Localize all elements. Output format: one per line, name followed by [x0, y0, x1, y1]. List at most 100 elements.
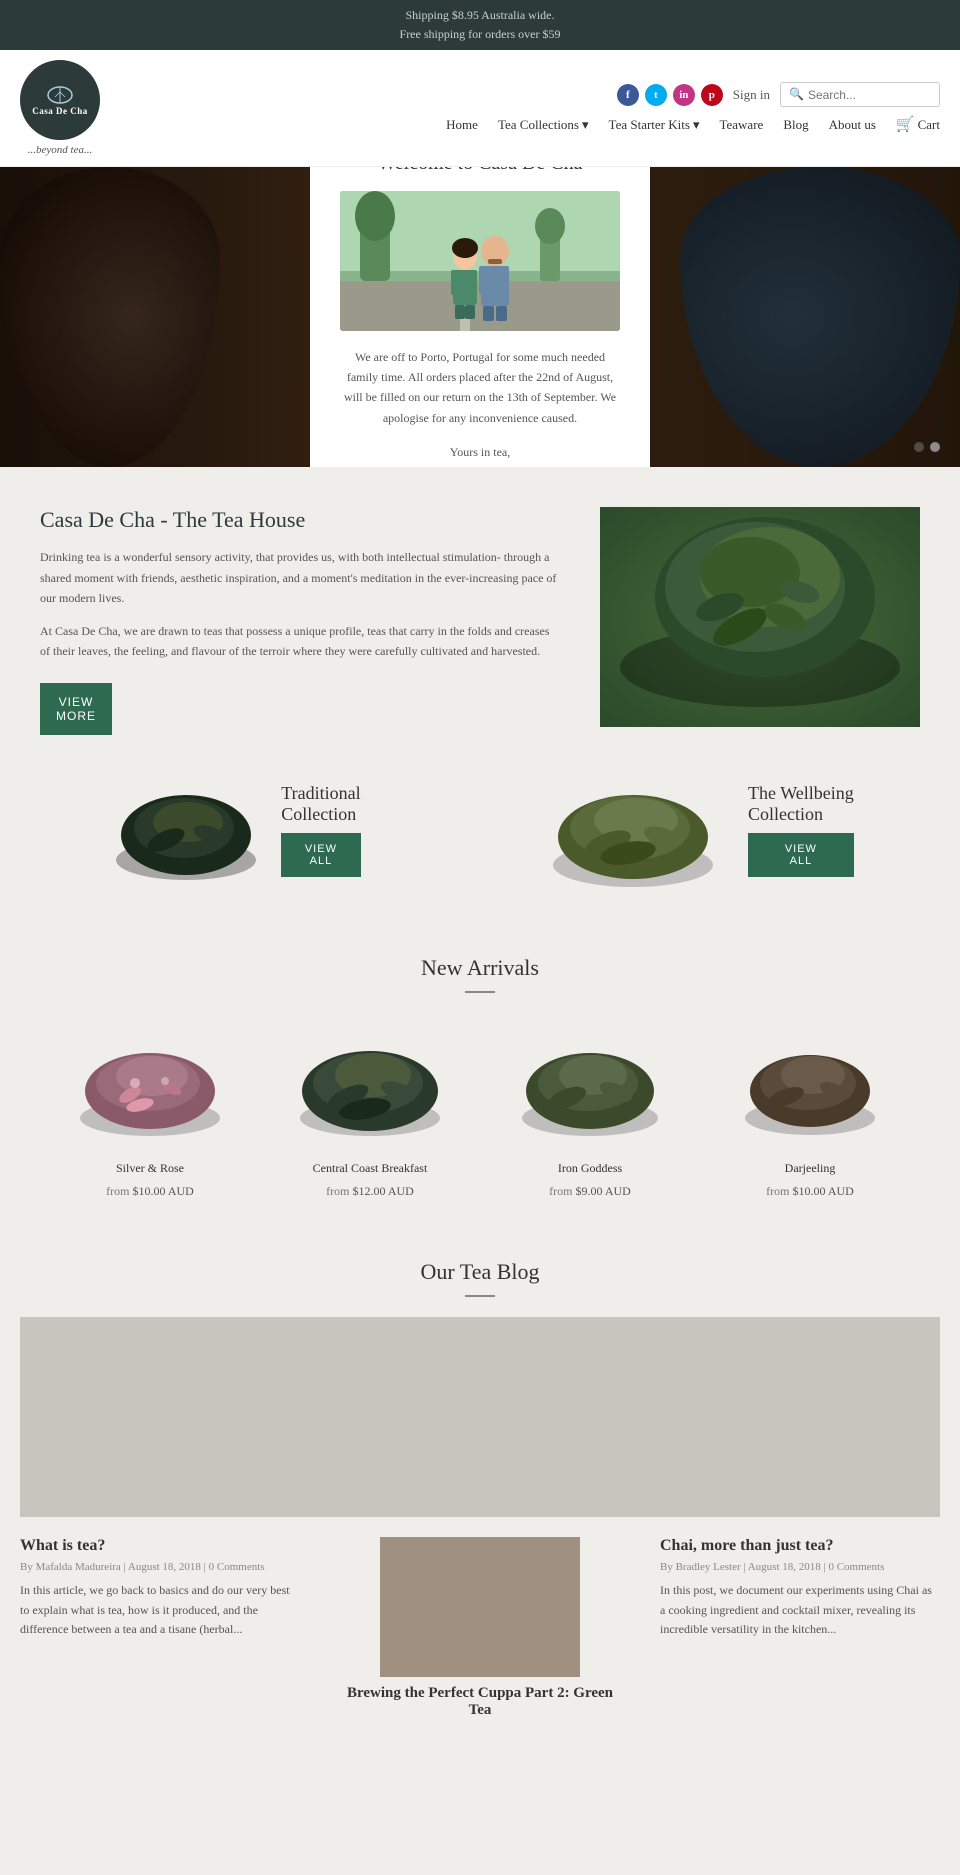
logo[interactable]: Casa De Cha	[20, 60, 100, 140]
blog-post-2-image	[380, 1537, 580, 1677]
wellbeing-view-all-button[interactable]: VIEWALL	[748, 833, 854, 877]
blog-post-2: Brewing the Perfect Cuppa Part 2: Green …	[340, 1537, 620, 1719]
view-more-button[interactable]: VIEWMORE	[40, 683, 112, 735]
silver-rose-name: Silver & Rose	[116, 1161, 184, 1176]
blog-post-3: Chai, more than just tea? By Bradley Les…	[660, 1537, 940, 1719]
central-coast-name: Central Coast Breakfast	[313, 1161, 428, 1176]
darjeeling-image[interactable]	[720, 1013, 900, 1153]
blog-post-3-meta: By Bradley Lester | August 18, 2018 | 0 …	[660, 1561, 940, 1573]
darjeeling-tea-pile	[720, 1013, 900, 1153]
about-title: Casa De Cha - The Tea House	[40, 507, 560, 533]
wellbeing-info: The WellbeingCollection VIEWALL	[748, 783, 854, 877]
blog-featured-image	[20, 1317, 940, 1517]
sign-in-link[interactable]: Sign in	[733, 87, 770, 103]
instagram-icon[interactable]: in	[673, 84, 695, 106]
product-silver-rose: Silver & Rose from $10.00 AUD	[45, 1013, 255, 1199]
header: Casa De Cha ...beyond tea... f t in p Si…	[0, 50, 960, 167]
people-image	[340, 191, 620, 331]
traditional-title: TraditionalCollection	[281, 783, 360, 825]
search-input[interactable]	[808, 88, 928, 102]
nav-tea-collections[interactable]: Tea Collections ▾	[498, 117, 589, 133]
product-iron-goddess: Iron Goddess from $9.00 AUD	[485, 1013, 695, 1199]
about-para2: At Casa De Cha, we are drawn to teas tha…	[40, 621, 560, 662]
collections-row: TraditionalCollection VIEWALL	[20, 765, 940, 895]
blog-title: Our Tea Blog	[20, 1259, 940, 1285]
central-coast-tea-pile	[280, 1013, 460, 1153]
modal-title: Welcome to Casa De Cha	[340, 167, 620, 174]
wellbeing-collection: The WellbeingCollection VIEWALL	[533, 765, 854, 895]
silver-rose-tea-pile	[60, 1013, 240, 1153]
silver-rose-price: from $10.00 AUD	[106, 1184, 194, 1199]
modal-body: We are off to Porto, Portugal for some m…	[340, 347, 620, 429]
top-banner: Shipping $8.95 Australia wide. Free ship…	[0, 0, 960, 50]
blog-post-1-excerpt: In this article, we go back to basics an…	[20, 1581, 300, 1639]
blog-post-1-title: What is tea?	[20, 1537, 300, 1555]
pinterest-icon[interactable]: p	[701, 84, 723, 106]
product-central-coast: Central Coast Breakfast from $12.00 AUD	[265, 1013, 475, 1199]
modal-overlay[interactable]: × Welcome to Casa De Cha	[0, 167, 960, 467]
darjeeling-price: from $10.00 AUD	[766, 1184, 854, 1199]
blog-post-3-excerpt: In this post, we document our experiment…	[660, 1581, 940, 1639]
social-search: f t in p Sign in 🔍	[617, 82, 940, 107]
chevron-down-icon: ▾	[582, 117, 589, 133]
darjeeling-name: Darjeeling	[785, 1161, 836, 1176]
header-right: f t in p Sign in 🔍 Home Tea Collections …	[446, 82, 940, 134]
twitter-icon[interactable]: t	[645, 84, 667, 106]
chevron-down-icon: ▾	[693, 117, 700, 133]
cart-icon: 🛒	[896, 115, 915, 134]
facebook-icon[interactable]: f	[617, 84, 639, 106]
green-tea-pile	[533, 765, 733, 895]
wellbeing-title: The WellbeingCollection	[748, 783, 854, 825]
blog-posts: What is tea? By Mafalda Madureira | Augu…	[20, 1537, 940, 1719]
logo-text: Casa De Cha	[32, 106, 88, 118]
dark-tea-pile	[106, 770, 266, 890]
traditional-collection: TraditionalCollection VIEWALL	[106, 770, 360, 890]
new-arrivals-divider	[465, 991, 495, 993]
new-arrivals-title: New Arrivals	[20, 955, 940, 981]
traditional-info: TraditionalCollection VIEWALL	[281, 783, 360, 877]
about-para1: Drinking tea is a wonderful sensory acti…	[40, 547, 560, 608]
banner-line1: Shipping $8.95 Australia wide.	[0, 6, 960, 25]
social-icons: f t in p	[617, 84, 723, 106]
welcome-modal: × Welcome to Casa De Cha	[310, 167, 650, 467]
main-content: Casa De Cha - The Tea House Drinking tea…	[0, 467, 960, 1749]
nav-about-us[interactable]: About us	[829, 117, 876, 133]
logo-area: Casa De Cha ...beyond tea...	[20, 60, 100, 156]
leaf-icon	[46, 84, 74, 106]
traditional-tea-image	[106, 770, 266, 890]
silver-rose-image[interactable]	[60, 1013, 240, 1153]
modal-sign-yours: Yours in tea,	[340, 440, 620, 464]
about-text: Casa De Cha - The Tea House Drinking tea…	[40, 507, 560, 735]
iron-goddess-name: Iron Goddess	[558, 1161, 622, 1176]
search-box[interactable]: 🔍	[780, 82, 940, 107]
about-section: Casa De Cha - The Tea House Drinking tea…	[0, 467, 960, 765]
modal-image	[340, 191, 620, 331]
tea-pile-large	[600, 507, 920, 727]
products-grid: Silver & Rose from $10.00 AUD	[20, 1013, 940, 1199]
main-nav: Home Tea Collections ▾ Tea Starter Kits …	[446, 115, 940, 134]
banner-line2: Free shipping for orders over $59	[0, 25, 960, 44]
iron-goddess-image[interactable]	[500, 1013, 680, 1153]
traditional-view-all-button[interactable]: VIEWALL	[281, 833, 360, 877]
search-icon: 🔍	[789, 87, 804, 102]
central-coast-image[interactable]	[280, 1013, 460, 1153]
product-darjeeling: Darjeeling from $10.00 AUD	[705, 1013, 915, 1199]
blog-post-2-title: Brewing the Perfect Cuppa Part 2: Green …	[340, 1685, 620, 1719]
modal-sign-name: Mafalda & Bradley	[340, 464, 620, 467]
blog-post-1-meta: By Mafalda Madureira | August 18, 2018 |…	[20, 1561, 300, 1573]
nav-tea-starter-kits[interactable]: Tea Starter Kits ▾	[609, 117, 700, 133]
nav-home[interactable]: Home	[446, 117, 478, 133]
iron-goddess-price: from $9.00 AUD	[549, 1184, 631, 1199]
nav-teaware[interactable]: Teaware	[719, 117, 763, 133]
blog-divider	[465, 1295, 495, 1297]
nav-blog[interactable]: Blog	[783, 117, 808, 133]
new-arrivals-section: New Arrivals	[0, 925, 960, 1229]
nav-cart[interactable]: 🛒 Cart	[896, 115, 940, 134]
collections-section: TraditionalCollection VIEWALL	[0, 765, 960, 925]
hero-section: × Welcome to Casa De Cha	[0, 167, 960, 467]
central-coast-price: from $12.00 AUD	[326, 1184, 414, 1199]
iron-goddess-tea-pile	[500, 1013, 680, 1153]
wellbeing-tea-image	[533, 765, 733, 895]
blog-post-3-title: Chai, more than just tea?	[660, 1537, 940, 1555]
blog-post-1: What is tea? By Mafalda Madureira | Augu…	[20, 1537, 300, 1719]
